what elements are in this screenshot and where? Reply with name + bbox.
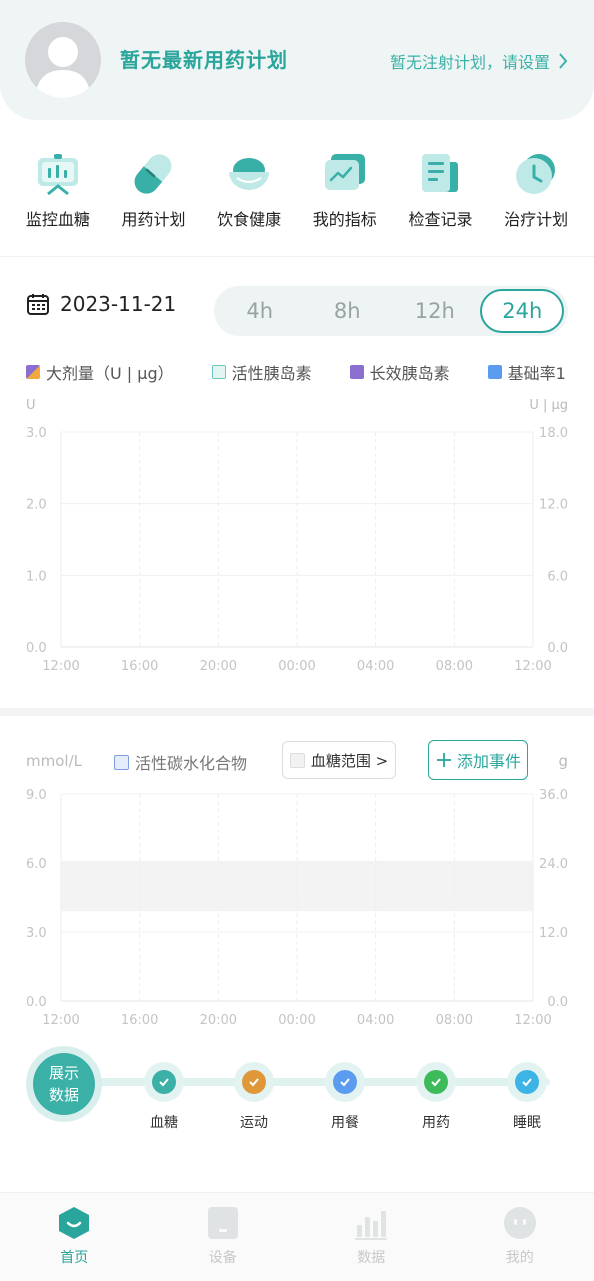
y-tick-right: 24.0 <box>539 857 568 872</box>
data-bars-icon <box>355 1211 388 1240</box>
show-data-line2: 数据 <box>48 1086 79 1104</box>
tab-label: 设备 <box>208 1250 237 1266</box>
tab-profile[interactable]: 我的 <box>470 1193 570 1281</box>
event-label: 用餐 <box>331 1115 359 1131</box>
event-label: 运动 <box>240 1115 268 1131</box>
event-ring <box>234 1062 274 1102</box>
x-tick-label: 12:00 <box>42 1013 79 1028</box>
y-tick-right: 36.0 <box>539 788 568 803</box>
tab-home[interactable]: 首页 <box>24 1193 124 1281</box>
event-label: 用药 <box>422 1115 450 1131</box>
tab-device[interactable]: 设备 <box>173 1193 273 1281</box>
y-tick-left: 9.0 <box>26 788 47 803</box>
event-glucose[interactable]: 血糖 <box>129 1062 199 1132</box>
check-icon <box>424 1070 448 1094</box>
event-ring <box>416 1062 456 1102</box>
tab-label: 数据 <box>357 1250 386 1266</box>
y-tick-right: 12.0 <box>539 926 568 941</box>
tab-label: 首页 <box>60 1250 89 1266</box>
y-tick-right: 0.0 <box>547 995 568 1010</box>
x-tick-label: 20:00 <box>200 1013 237 1028</box>
show-data-line1: 展示 <box>48 1064 79 1082</box>
event-exercise[interactable]: 运动 <box>219 1062 289 1132</box>
check-icon <box>515 1070 539 1094</box>
y-tick-left: 0.0 <box>26 995 47 1010</box>
event-meal[interactable]: 用餐 <box>310 1062 380 1132</box>
x-tick-label: 16:00 <box>121 1013 158 1028</box>
check-icon <box>152 1070 176 1094</box>
event-medication[interactable]: 用药 <box>401 1062 471 1132</box>
show-data-inner: 展示 数据 <box>33 1053 95 1115</box>
tab-label: 我的 <box>505 1250 534 1266</box>
event-ring <box>144 1062 184 1102</box>
check-icon <box>333 1070 357 1094</box>
event-label: 血糖 <box>150 1115 178 1131</box>
x-tick-label: 04:00 <box>357 1013 394 1028</box>
glucose-chart: 9.0 36.0 6.0 24.0 3.0 12.0 0.0 0.0 12:00 16:00 20:… <box>26 788 568 1028</box>
tab-data[interactable]: 数据 <box>321 1193 421 1281</box>
device-icon <box>207 1207 238 1239</box>
x-tick-label: 08:00 <box>436 1013 473 1028</box>
check-icon <box>242 1070 266 1094</box>
show-data-button[interactable]: 展示 数据 <box>26 1046 102 1122</box>
event-label: 睡眠 <box>513 1115 541 1131</box>
event-sleep[interactable]: 睡眠 <box>492 1062 562 1132</box>
profile-icon <box>503 1207 536 1239</box>
x-tick-label: 00:00 <box>278 1013 315 1028</box>
y-tick-left: 3.0 <box>26 926 47 941</box>
event-ring <box>507 1062 547 1102</box>
y-tick-left: 6.0 <box>26 857 47 872</box>
x-tick-label: 12:00 <box>514 1013 551 1028</box>
bottom-tab-bar: 首页 设备 数据 我的 <box>0 1192 594 1281</box>
event-ring <box>325 1062 365 1102</box>
home-icon <box>59 1207 90 1239</box>
